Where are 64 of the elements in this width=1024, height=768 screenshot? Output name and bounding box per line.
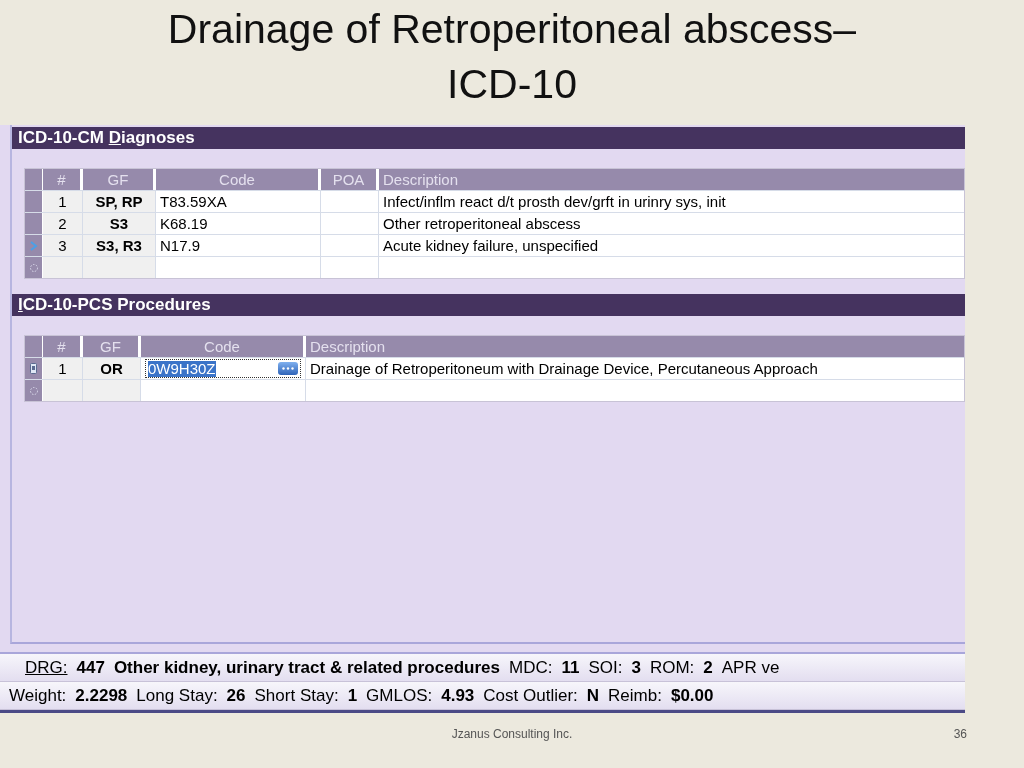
field-label: APR ve [721,657,780,678]
row-selector[interactable] [25,358,43,379]
field-label: Long Stay: [136,685,218,706]
column-header[interactable]: GF [83,336,141,357]
field-label: ROM: [649,657,695,678]
field-value: 11 [561,657,580,678]
select-all-handle[interactable] [25,169,43,190]
field-value: 447 [76,657,105,678]
num-cell: 1 [43,191,83,212]
row-selector[interactable] [25,213,43,234]
field-value: 2.2298 [75,685,128,706]
row-selector[interactable] [25,380,43,401]
gf-cell: OR [83,358,141,379]
slide-title: Drainage of Retroperitoneal abscess– [167,5,857,54]
field-label: Reimb: [608,685,662,706]
num-cell: 2 [43,213,83,234]
row-selector[interactable] [25,235,43,256]
description-cell-text: Drainage of Retroperitoneum with Drainage Device, Percutaneous Approach [309,359,819,379]
slide-footer: Jzanus Consulting Inc. [451,727,573,768]
row-selector[interactable] [25,257,43,278]
slide-title: ICD-10 [447,60,577,109]
column-header[interactable]: Code [141,336,306,357]
field-value: 4.93 [441,685,475,706]
description-cell-text: Infect/inflm react d/t prosth dev/grft in urinry sys, init [382,192,727,212]
field-label[interactable]: DRG: [25,657,68,678]
new-row-icon [28,262,39,273]
field-value: 26 [226,685,246,706]
gf-cell: S3 [83,213,156,234]
gf-cell: S3, R3 [83,235,156,256]
code-cell: N17.9 [156,235,321,256]
column-header[interactable]: Code [156,169,321,190]
column-header[interactable]: Description [306,336,964,357]
section-header: ICD-10-PCS Procedures [12,294,965,316]
field-label: SOI: [588,657,623,678]
new-row-icon [28,385,39,396]
field-value: Other kidney, urinary tract & related procedures [113,657,500,678]
field-value: $0.00 [670,685,714,706]
page-number: 36 [953,727,967,741]
field-label: Cost Outlier: [483,685,578,706]
ellipsis-icon [282,367,294,370]
field-value: 1 [347,685,358,706]
column-header[interactable]: Description [379,169,964,190]
column-header[interactable]: POA [321,169,379,190]
lookup-button[interactable] [278,362,298,375]
field-value: 3 [631,657,641,678]
field-value: 2 [703,657,713,678]
description-cell-text: Acute kidney failure, unspecified [382,236,600,256]
field-label: Weight: [9,685,67,706]
select-all-handle[interactable] [25,336,43,357]
column-header[interactable]: # [43,336,83,357]
description-cell-text: Other retroperitoneal abscess [382,214,582,234]
code-cell: K68.19 [156,213,321,234]
column-header[interactable]: GF [83,169,156,190]
num-cell: 3 [43,235,83,256]
column-header[interactable]: # [43,169,83,190]
field-label: Short Stay: [254,685,339,706]
field-label: MDC: [508,657,553,678]
field-label: GMLOS: [366,685,433,706]
gf-cell: SP, RP [83,191,156,212]
field-value: N [586,685,600,706]
code-cell: T83.59XA [156,191,321,212]
row-selector[interactable] [25,191,43,212]
num-cell: 1 [43,358,83,379]
section-header: ICD-10-CM Diagnoses [12,127,965,149]
